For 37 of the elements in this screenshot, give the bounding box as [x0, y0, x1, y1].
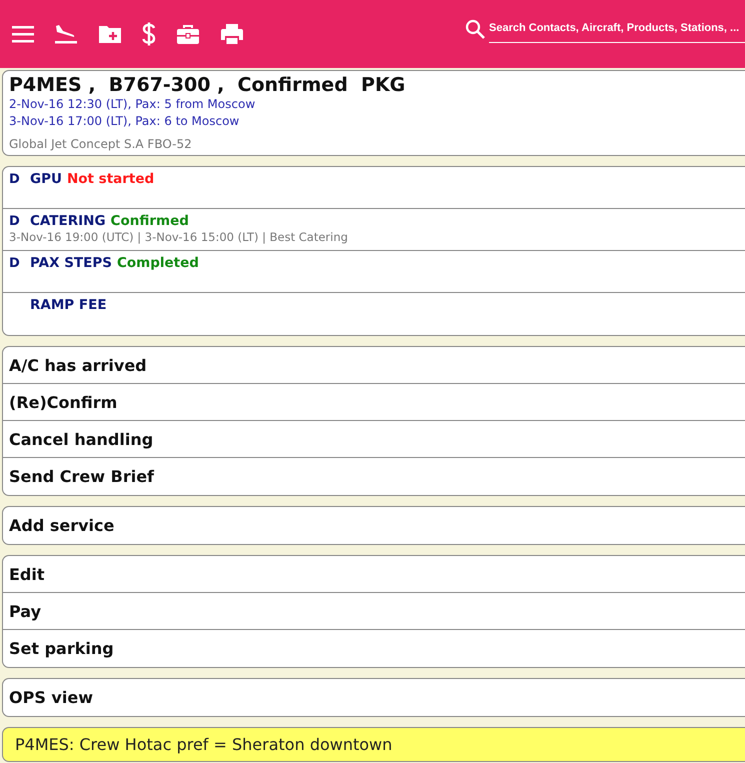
- action-button[interactable]: (Re)Confirm: [3, 384, 745, 421]
- dollar-icon[interactable]: [142, 22, 156, 46]
- service-name: GPU: [30, 171, 62, 187]
- action-button[interactable]: A/C has arrived: [3, 347, 745, 384]
- search-icon: [465, 19, 485, 39]
- service-name: CATERING: [30, 213, 106, 229]
- action-button[interactable]: Send Crew Brief: [3, 458, 745, 495]
- action-button[interactable]: Pay: [3, 593, 745, 630]
- service-row[interactable]: D GPU Not started: [3, 167, 745, 209]
- menu-icon[interactable]: [12, 25, 34, 43]
- flight-leg: 3-Nov-16 17:00 (LT), Pax: 6 to Moscow: [9, 113, 240, 130]
- handler-name: Global Jet Concept S.A FBO-52: [9, 137, 193, 151]
- flight-title: P4MES , B767-300 , Confirmed PKG: [9, 74, 406, 96]
- service-status: Completed: [116, 255, 199, 271]
- service-status: Not started: [66, 171, 154, 187]
- service-name: PAX STEPS: [30, 255, 112, 271]
- service-detail: 3-Nov-16 19:00 (UTC) | 3-Nov-16 15:00 (LT) | Best Catering: [9, 230, 349, 244]
- service-name: RAMP FEE: [30, 297, 107, 313]
- printer-icon[interactable]: [220, 23, 244, 45]
- service-row[interactable]: D CATERING Confirmed 3-Nov-16 19:00 (UTC) | 3-Nov-16 15:00 (LT) | Best Catering: [3, 209, 745, 251]
- action-button[interactable]: OPS view: [3, 679, 745, 716]
- action-button[interactable]: Edit: [3, 556, 745, 593]
- service-code-label: D: [9, 172, 21, 187]
- service-code-label: D: [9, 256, 21, 271]
- action-button[interactable]: Add service: [3, 507, 745, 544]
- service-row[interactable]: D PAX STEPS Completed: [3, 251, 745, 293]
- service-code-label: D: [9, 214, 21, 229]
- airplane-landing-icon[interactable]: [54, 23, 78, 45]
- briefcase-icon[interactable]: [176, 24, 200, 44]
- action-button[interactable]: Cancel handling: [3, 421, 745, 458]
- folder-plus-icon[interactable]: [98, 24, 122, 44]
- note-banner: P4MES: Crew Hotac pref = Sheraton downtown: [2, 727, 745, 762]
- flight-leg: 2-Nov-16 12:30 (LT), Pax: 5 from Moscow: [9, 96, 256, 113]
- action-button[interactable]: Set parking: [3, 630, 745, 667]
- service-row[interactable]: RAMP FEE: [3, 293, 745, 335]
- search-field[interactable]: Search Contacts, Aircraft, Products, Stations, ...: [489, 16, 745, 42]
- service-status: Confirmed: [110, 213, 189, 229]
